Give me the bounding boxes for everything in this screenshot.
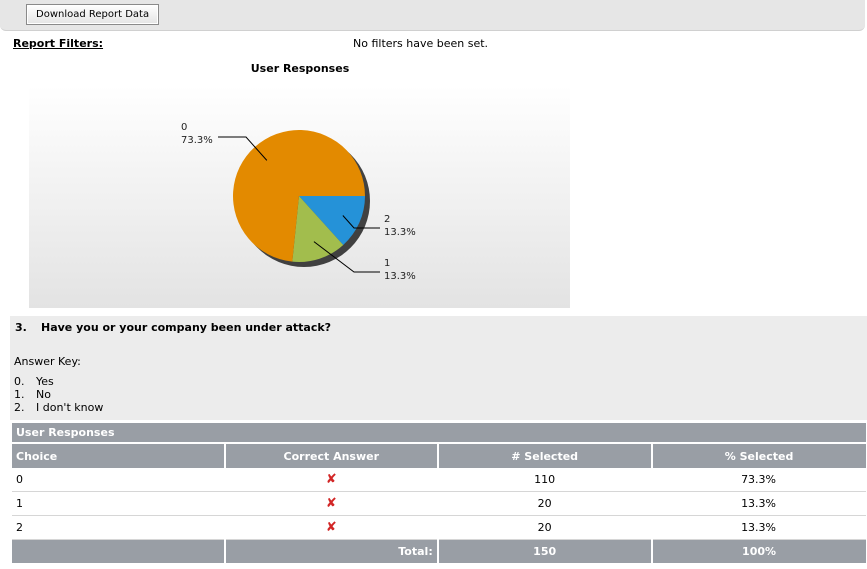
answer-key-item: 1. No [14,388,103,401]
total-selected-percent: 100% [651,539,866,563]
answer-key-item: 0. Yes [14,375,103,388]
selected-count-cell: 20 [437,491,653,516]
report-filters-value: No filters have been set. [353,37,489,50]
correct-answer-cell: ✘ [224,515,439,540]
question-text: Have you or your company been under atta… [41,321,332,334]
download-report-button[interactable]: Download Report Data [26,4,160,25]
answer-key-number: 2. [14,401,25,414]
correct-answer-cell: ✘ [224,468,439,492]
choice-cell: 1 [12,491,226,516]
answer-key-number: 1. [14,388,25,401]
selected-percent-cell: 13.3% [651,515,866,540]
total-spacer-cell [12,539,226,563]
correct-answer-cell: ✘ [224,491,439,516]
selected-percent-cell: 73.3% [651,468,866,492]
responses-table: User Responses Choice Correct Answer # S… [12,423,866,563]
slice-percent-2: 13.3% [384,227,416,238]
slice-percent-0: 73.3% [181,135,213,146]
chart-title: User Responses [250,62,350,75]
total-selected-count: 150 [437,539,653,563]
answer-key-title: Answer Key: [14,355,81,368]
table-row: 1 ✘ 20 13.3% [12,491,866,516]
table-caption: User Responses [12,423,866,444]
slice-label-0: 0 [181,122,187,133]
table-total-row: Total: 150 100% [12,539,866,563]
table-row: 2 ✘ 20 13.3% [12,515,866,540]
column-header-correct-answer: Correct Answer [224,443,439,468]
selected-count-cell: 20 [437,515,653,540]
column-header-selected-percent: % Selected [651,443,866,468]
slice-percent-1: 13.3% [384,271,416,282]
answer-key-text: No [36,388,51,401]
incorrect-x-icon: ✘ [325,520,337,535]
pie-chart: 0 73.3% 1 13.3% 2 13.3% [29,86,570,308]
column-header-choice: Choice [12,443,226,468]
selected-percent-cell: 13.3% [651,491,866,516]
answer-key-text: I don't know [36,401,104,414]
report-filters-label: Report Filters: [13,37,104,50]
question-number: 3. [15,321,27,334]
column-header-selected-count: # Selected [437,443,653,468]
total-label: Total: [224,539,439,563]
slice-label-1: 1 [384,258,390,269]
incorrect-x-icon: ✘ [325,472,337,487]
selected-count-cell: 110 [437,468,653,492]
question-panel: 3. Have you or your company been under a… [10,316,867,420]
slice-label-2: 2 [384,214,390,225]
answer-key-number: 0. [14,375,25,388]
table-row: 0 ✘ 110 73.3% [12,468,866,492]
answer-key-text: Yes [36,375,54,388]
choice-cell: 2 [12,515,226,540]
answer-key-item: 2. I don't know [14,401,103,414]
incorrect-x-icon: ✘ [325,496,337,511]
answer-key-list: 0. Yes 1. No 2. I don't know [14,375,103,414]
toolbar: Download Report Data [0,0,865,31]
choice-cell: 0 [12,468,226,492]
